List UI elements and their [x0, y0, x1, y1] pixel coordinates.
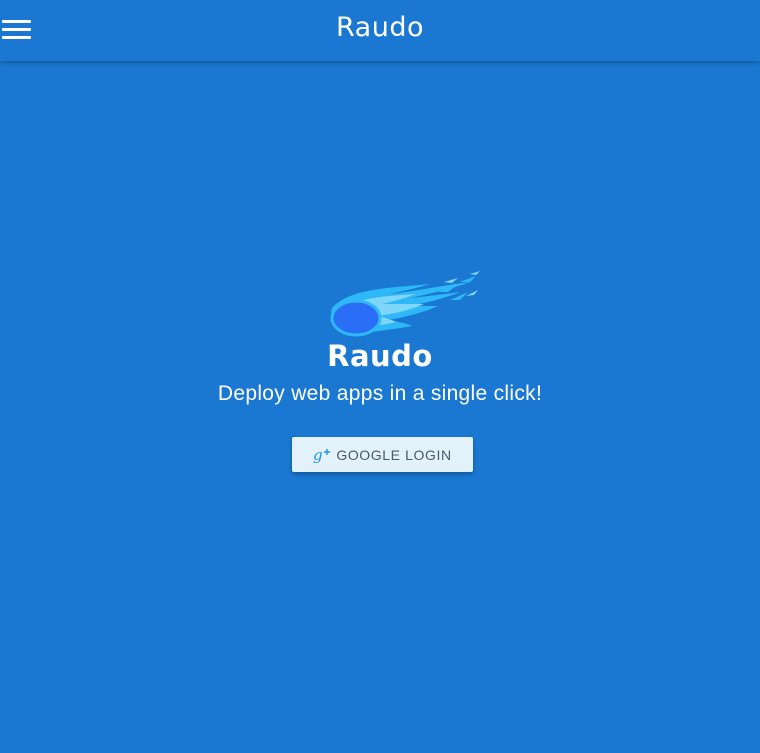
app-title: Raudo: [336, 12, 424, 43]
hero-title: Raudo: [327, 339, 433, 373]
svg-text:g: g: [313, 446, 323, 463]
google-login-button[interactable]: g GOOGLE LOGIN: [292, 437, 473, 472]
tagline: Deploy web apps in a single click!: [217, 382, 543, 405]
google-login-label: GOOGLE LOGIN: [336, 446, 452, 463]
google-plus-icon: g: [313, 446, 331, 463]
comet-logo-icon: [330, 271, 480, 337]
main-content: Raudo Deploy web apps in a single click!…: [0, 61, 760, 753]
app-bar: Raudo: [0, 0, 760, 61]
